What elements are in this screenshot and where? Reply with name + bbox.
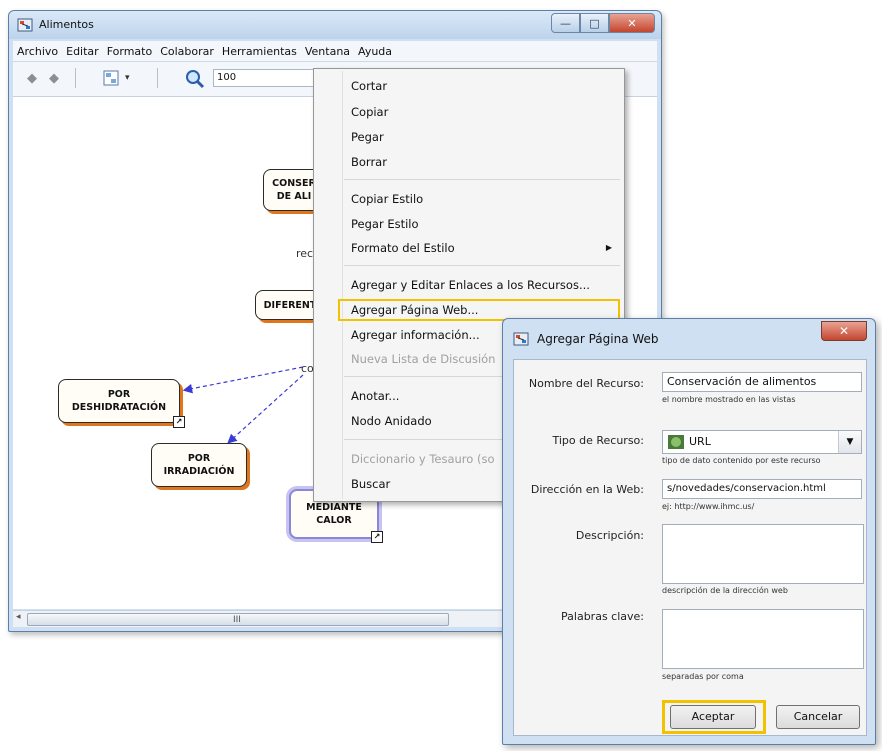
link-label-co[interactable]: co (301, 362, 314, 375)
nombre-recurso-input[interactable]: Conservación de alimentos (662, 372, 862, 392)
close-button[interactable]: ✕ (609, 13, 655, 33)
zoom-icon[interactable] (185, 69, 205, 89)
node-label: MEDIANTE CALOR (306, 502, 362, 526)
menu-item-nueva-lista: Nueva Lista de Discusión (351, 352, 496, 366)
menu-colaborar[interactable]: Colaborar (156, 45, 218, 58)
titlebar[interactable]: Alimentos — □ ✕ (9, 11, 661, 39)
minimize-button[interactable]: — (551, 13, 580, 33)
menu-item-copiar-estilo[interactable]: Copiar Estilo (351, 192, 423, 206)
window-title: Alimentos (39, 18, 94, 31)
direccion-web-input[interactable]: s/novedades/conservacion.html (662, 479, 862, 499)
aceptar-button[interactable]: Aceptar (670, 705, 756, 729)
chevron-down-icon[interactable]: ▼ (838, 431, 861, 453)
chevron-down-icon[interactable]: ▾ (125, 73, 130, 83)
toolbar-separator (157, 68, 158, 88)
dialog-title: Agregar Página Web (537, 332, 659, 346)
cancelar-button[interactable]: Cancelar (776, 705, 860, 729)
menu-separator (344, 265, 620, 266)
menu-item-formato-estilo[interactable]: Formato del Estilo (351, 241, 455, 255)
maximize-button[interactable]: □ (580, 13, 609, 33)
link-shortcut-icon[interactable]: ↗ (173, 416, 185, 428)
node-por-irradiacion[interactable]: POR IRRADIACIÓN (151, 443, 247, 487)
dialog-close-button[interactable]: ✕ (821, 321, 867, 341)
menu-formato[interactable]: Formato (103, 45, 157, 58)
node-label: DIFERENT (263, 299, 317, 311)
hint-nombre: el nombre mostrado en las vistas (662, 395, 796, 404)
node-label: POR DESHIDRATACIÓN (71, 389, 167, 413)
menubar: Archivo Editar Formato Colaborar Herrami… (13, 41, 657, 62)
label-nombre-recurso: Nombre del Recurso: (528, 377, 644, 390)
tipo-recurso-value: URL (689, 435, 711, 448)
hint-tipo: tipo de dato contenido por este recurso (662, 456, 821, 465)
view-layout-icon[interactable] (103, 70, 121, 88)
link-shortcut-icon[interactable]: ↗ (371, 531, 383, 543)
menu-editar[interactable]: Editar (62, 45, 103, 58)
scrollbar-thumb[interactable]: III (27, 613, 449, 626)
label-direccion-web: Dirección en la Web: (530, 483, 644, 496)
menu-item-cortar[interactable]: Cortar (351, 79, 387, 93)
menu-item-copiar[interactable]: Copiar (351, 105, 388, 119)
menu-ayuda[interactable]: Ayuda (354, 45, 396, 58)
label-descripcion: Descripción: (575, 529, 644, 542)
menu-item-pegar-estilo[interactable]: Pegar Estilo (351, 217, 419, 231)
label-tipo-recurso: Tipo de Recurso: (552, 434, 644, 447)
menu-item-pegar[interactable]: Pegar (351, 130, 384, 144)
hint-direccion: ej: http://www.ihmc.us/ (662, 502, 755, 511)
agregar-pagina-web-dialog: Agregar Página Web ✕ Nombre del Recurso:… (502, 318, 876, 745)
menu-archivo[interactable]: Archivo (13, 45, 62, 58)
hint-descripcion: descripción de la dirección web (662, 586, 788, 595)
window-controls: — □ ✕ (551, 13, 655, 33)
menu-item-anotar[interactable]: Anotar... (351, 389, 399, 403)
scroll-left-arrow-icon[interactable]: ◂ (16, 612, 21, 622)
node-por-deshidratacion[interactable]: POR DESHIDRATACIÓN ↗ (58, 379, 185, 428)
url-globe-icon (668, 435, 684, 449)
menu-separator (344, 179, 620, 180)
menu-item-agregar-enlaces[interactable]: Agregar y Editar Enlaces a los Recursos.… (351, 278, 590, 292)
dialog-body: Nombre del Recurso: Conservación de alim… (513, 359, 867, 736)
palabras-clave-textarea[interactable] (662, 609, 864, 669)
submenu-arrow-icon: ▶ (605, 243, 612, 252)
menu-item-agregar-pagina-web[interactable]: Agregar Página Web... (351, 303, 478, 317)
menu-item-borrar[interactable]: Borrar (351, 155, 387, 169)
menu-ventana[interactable]: Ventana (301, 45, 354, 58)
hint-palabras: separadas por coma (662, 672, 744, 681)
menu-item-agregar-informacion[interactable]: Agregar información... (351, 328, 480, 342)
label-palabras-clave: Palabras clave: (561, 610, 644, 623)
link-label-rec[interactable]: rec (296, 247, 313, 260)
node-label: CONSER DE ALI (272, 178, 316, 202)
app-icon (513, 332, 529, 346)
back-arrow-icon[interactable]: ◆ (27, 71, 37, 86)
forward-arrow-icon[interactable]: ◆ (49, 71, 59, 86)
tipo-recurso-select[interactable]: URL ▼ (662, 430, 862, 454)
menu-herramientas[interactable]: Herramientas (218, 45, 301, 58)
scroll-grip: III (233, 615, 241, 625)
app-icon (17, 18, 33, 32)
menu-item-nodo-anidado[interactable]: Nodo Anidado (351, 414, 432, 428)
menu-item-buscar[interactable]: Buscar (351, 477, 390, 491)
node-label: POR IRRADIACIÓN (163, 453, 235, 477)
menu-item-diccionario: Diccionario y Tesauro (so (351, 452, 495, 466)
zoom-input[interactable]: 100 (213, 69, 323, 87)
descripcion-textarea[interactable] (662, 524, 864, 584)
toolbar-separator (75, 68, 76, 88)
